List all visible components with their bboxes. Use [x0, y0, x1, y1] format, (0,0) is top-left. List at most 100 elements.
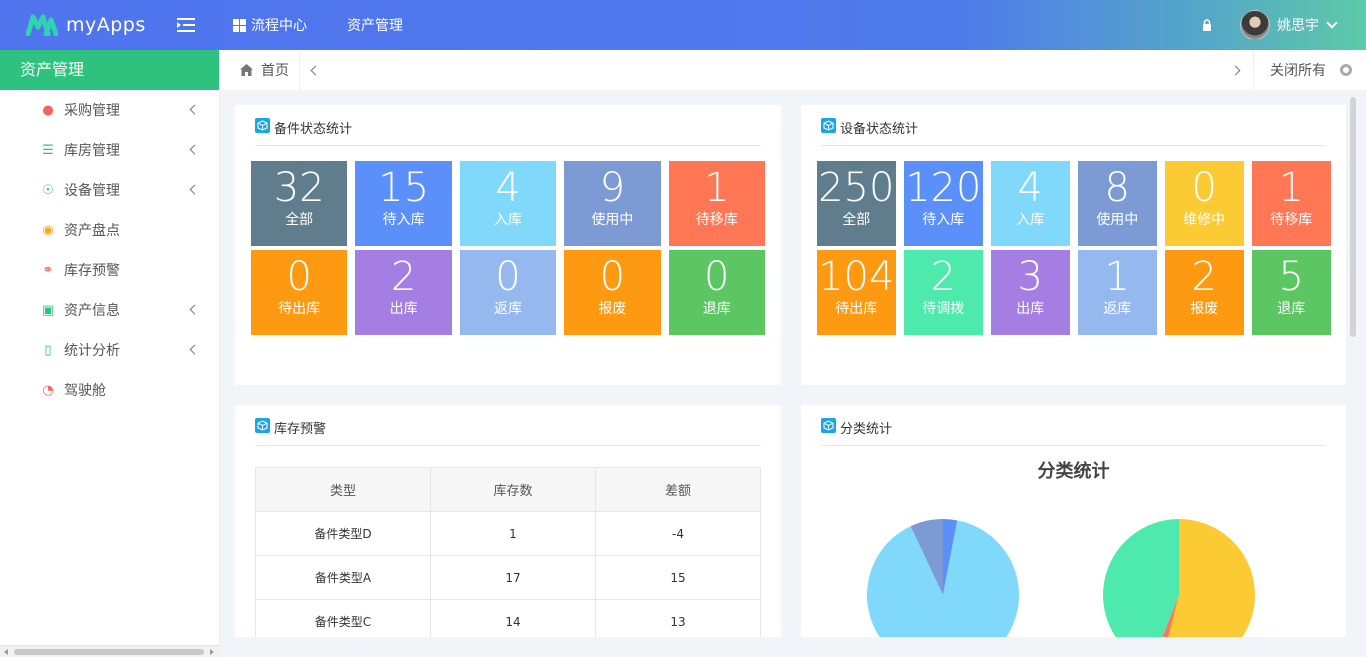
equipment-panel: 设备状态统计 250 全部 120 待入库 4 入库 8 使用中 0 维修中 1 待移库 104 待出库 2…: [801, 105, 1346, 385]
briefcase-icon: ▣: [41, 302, 55, 318]
status-tile[interactable]: 0 维修中: [1165, 161, 1244, 246]
tab-scroll-left-icon[interactable]: [310, 65, 321, 75]
chevron-left-icon[interactable]: [189, 184, 200, 195]
table-cell: 15: [595, 555, 761, 600]
table-row[interactable]: 备件类型D 1 -4: [255, 511, 761, 556]
tab-home-label: 首页: [261, 63, 289, 79]
sidebar-item-label: 资产信息: [64, 303, 120, 319]
status-tile[interactable]: 1 待移库: [1252, 161, 1331, 246]
sidebar-item-7[interactable]: ◔ 驾驶舱: [0, 370, 219, 410]
status-tile[interactable]: 120 待入库: [904, 161, 983, 246]
tile-value: 9: [599, 165, 626, 211]
status-tile[interactable]: 5 退库: [1252, 250, 1331, 335]
scrollbar-thumb[interactable]: [14, 649, 204, 655]
chevron-left-icon[interactable]: [189, 344, 200, 355]
tile-label: 全部: [842, 212, 871, 228]
stack-icon: ☰: [42, 142, 54, 158]
tab-home[interactable]: 首页: [220, 50, 300, 90]
table-cell: 13: [595, 599, 761, 637]
sidebar-item-label: 采购管理: [64, 103, 120, 119]
status-tile[interactable]: 1 待移库: [668, 161, 765, 246]
sidebar-item-1[interactable]: ☰ 库房管理: [0, 130, 219, 170]
status-tile[interactable]: 8 使用中: [1078, 161, 1157, 246]
chevron-down-icon[interactable]: [1326, 17, 1338, 29]
gear-icon[interactable]: [1340, 64, 1352, 76]
column-header[interactable]: 库存数: [430, 467, 596, 512]
app-logo[interactable]: myApps: [0, 14, 160, 36]
topnav-asset-management[interactable]: 资产管理: [347, 15, 403, 35]
chevron-left-icon[interactable]: [189, 104, 200, 115]
panel-title: 备件状态统计: [255, 118, 761, 146]
tile-label: 退库: [702, 301, 731, 317]
tile-value: 0: [599, 254, 626, 300]
sidebar-item-label: 设备管理: [64, 183, 120, 199]
status-tile[interactable]: 4 入库: [459, 161, 557, 246]
lock-icon[interactable]: [1202, 19, 1212, 31]
tile-value: 1: [1278, 165, 1304, 211]
sidebar-item-4[interactable]: ⚭ 库存预警: [0, 250, 219, 290]
sidebar-item-label: 库存预警: [64, 263, 120, 279]
sidebar-item-5[interactable]: ▣ 资产信息: [0, 290, 219, 330]
table-cell: 备件类型C: [255, 599, 431, 637]
sidebar-item-label: 统计分析: [64, 343, 120, 359]
sidebar-item-2[interactable]: ☉ 设备管理: [0, 170, 219, 210]
sidebar-item-6[interactable]: ▯ 统计分析: [0, 330, 219, 370]
topnav-label: 流程中心: [251, 18, 307, 34]
tile-value: 0: [1191, 165, 1217, 211]
cube-icon: [821, 118, 836, 133]
tile-value: 2: [1191, 254, 1217, 300]
signal-icon: ☉: [42, 182, 54, 198]
tile-value: 0: [704, 254, 730, 300]
status-tile[interactable]: 15 待入库: [355, 161, 452, 246]
logo-m-icon: [26, 14, 58, 36]
table-cell: 14: [430, 599, 596, 637]
user-name[interactable]: 姚思宇: [1277, 15, 1319, 35]
status-tile[interactable]: 2 待调拨: [904, 250, 983, 335]
table-row[interactable]: 备件类型A 17 15: [255, 555, 761, 600]
sidebar-item-0[interactable]: ● 采购管理: [0, 90, 219, 130]
column-header[interactable]: 差额: [595, 467, 761, 512]
table-row[interactable]: 备件类型C 14 13: [255, 599, 761, 637]
status-tile[interactable]: 104 待出库: [817, 250, 896, 335]
table-cell: -4: [595, 511, 761, 556]
pie-slice[interactable]: [1103, 519, 1179, 637]
sidebar-item-label: 库房管理: [64, 143, 120, 159]
table-cell: 1: [430, 511, 596, 556]
tile-label: 使用中: [591, 212, 634, 228]
stock-warning-panel: 库存预警 类型 库存数 差额 备件类型D 1 -4 备件类型A 17 15 备件类型C 14 1…: [235, 405, 781, 637]
status-tile[interactable]: 0 报废: [564, 250, 661, 335]
status-tile[interactable]: 1 返库: [1078, 250, 1157, 335]
tile-value: 1: [704, 165, 730, 211]
horizontal-scrollbar[interactable]: [0, 645, 220, 657]
chevron-left-icon[interactable]: [189, 304, 200, 315]
tile-value: 8: [1104, 165, 1130, 211]
chevron-left-icon[interactable]: [189, 144, 200, 155]
topnav-process-center[interactable]: 流程中心: [233, 15, 307, 35]
close-all-tabs-button[interactable]: 关闭所有: [1253, 50, 1366, 90]
avatar[interactable]: [1240, 10, 1270, 40]
panel-title-text: 备件状态统计: [274, 122, 353, 137]
pie-icon: ◔: [42, 382, 54, 398]
vertical-scrollbar[interactable]: [1350, 97, 1356, 337]
status-tile[interactable]: 0 退库: [668, 250, 765, 335]
menu-toggle-icon[interactable]: [177, 17, 197, 33]
status-tile[interactable]: 250 全部: [817, 161, 896, 246]
tile-label: 出库: [389, 301, 418, 317]
status-tile[interactable]: 2 出库: [355, 250, 452, 335]
tile-label: 待移库: [695, 212, 738, 228]
column-header[interactable]: 类型: [255, 467, 431, 512]
sidebar-item-3[interactable]: ◉ 资产盘点: [0, 210, 219, 250]
status-tile[interactable]: 0 待出库: [251, 250, 348, 335]
status-tile[interactable]: 4 入库: [991, 161, 1070, 246]
top-bar: myApps 流程中心 资产管理 姚思宇: [0, 0, 1366, 50]
status-tile[interactable]: 2 报废: [1165, 250, 1244, 335]
status-tile[interactable]: 3 出库: [991, 250, 1070, 335]
status-tile[interactable]: 32 全部: [251, 161, 348, 246]
tab-scroll-right-icon[interactable]: [1230, 65, 1241, 75]
status-tile[interactable]: 9 使用中: [564, 161, 661, 246]
tile-label: 维修中: [1183, 212, 1226, 228]
status-tile[interactable]: 0 返库: [459, 250, 557, 335]
scroll-left-icon[interactable]: [4, 649, 8, 655]
scroll-right-icon[interactable]: [210, 649, 214, 655]
tile-label: 使用中: [1096, 212, 1139, 228]
